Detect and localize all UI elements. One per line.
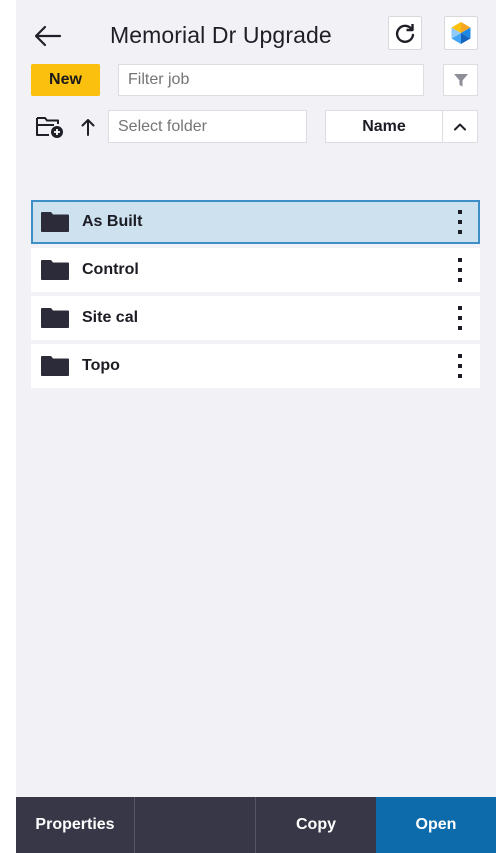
filter-job-input[interactable] xyxy=(118,64,424,96)
folder-name: Control xyxy=(82,261,139,278)
folder-row-topo[interactable]: Topo xyxy=(31,344,480,388)
more-options-icon[interactable] xyxy=(452,209,468,235)
header: Memorial Dr Upgrade xyxy=(16,0,496,62)
folder-icon xyxy=(41,260,69,280)
more-options-icon[interactable] xyxy=(452,353,468,379)
job-browser-screen: Memorial Dr Upgrade New Filter job Selec… xyxy=(16,0,496,853)
arrow-left-icon xyxy=(34,25,62,47)
chevron-up-icon xyxy=(454,123,466,130)
back-button[interactable] xyxy=(30,18,66,54)
new-folder-button[interactable] xyxy=(34,113,66,141)
page-title: Memorial Dr Upgrade xyxy=(110,22,332,48)
sort-field-button[interactable]: Name xyxy=(325,110,443,143)
folder-row-site-cal[interactable]: Site cal xyxy=(31,296,480,340)
more-options-icon[interactable] xyxy=(452,305,468,331)
app-logo-icon xyxy=(451,22,471,44)
blank-action-button[interactable] xyxy=(135,797,256,853)
sort-direction-button[interactable] xyxy=(443,110,478,143)
folder-add-icon xyxy=(36,117,63,138)
folder-icon xyxy=(41,308,69,328)
parent-folder-button[interactable] xyxy=(78,113,98,141)
folder-name: Site cal xyxy=(82,309,139,326)
filter-icon xyxy=(453,74,468,87)
refresh-icon xyxy=(395,24,415,43)
folder-icon xyxy=(41,356,69,376)
select-folder-input[interactable] xyxy=(108,110,307,143)
more-options-icon[interactable] xyxy=(452,257,468,283)
folder-icon xyxy=(41,212,69,232)
folder-row-control[interactable]: Control xyxy=(31,248,480,292)
folder-name: Topo xyxy=(82,357,120,374)
folder-list: As Built Control Site cal Topo xyxy=(31,200,480,392)
arrow-up-icon xyxy=(81,119,95,136)
folder-name: As Built xyxy=(82,213,143,230)
filter-button[interactable] xyxy=(443,64,478,96)
folder-row-as-built[interactable]: As Built xyxy=(31,200,480,244)
new-button[interactable]: New xyxy=(31,64,100,96)
refresh-button[interactable] xyxy=(388,16,422,50)
copy-button[interactable]: Copy xyxy=(256,797,376,853)
app-logo-button[interactable] xyxy=(444,16,478,50)
open-button[interactable]: Open xyxy=(376,797,496,853)
properties-button[interactable]: Properties xyxy=(16,797,135,853)
bottom-action-bar: Properties Copy Open xyxy=(16,797,496,853)
